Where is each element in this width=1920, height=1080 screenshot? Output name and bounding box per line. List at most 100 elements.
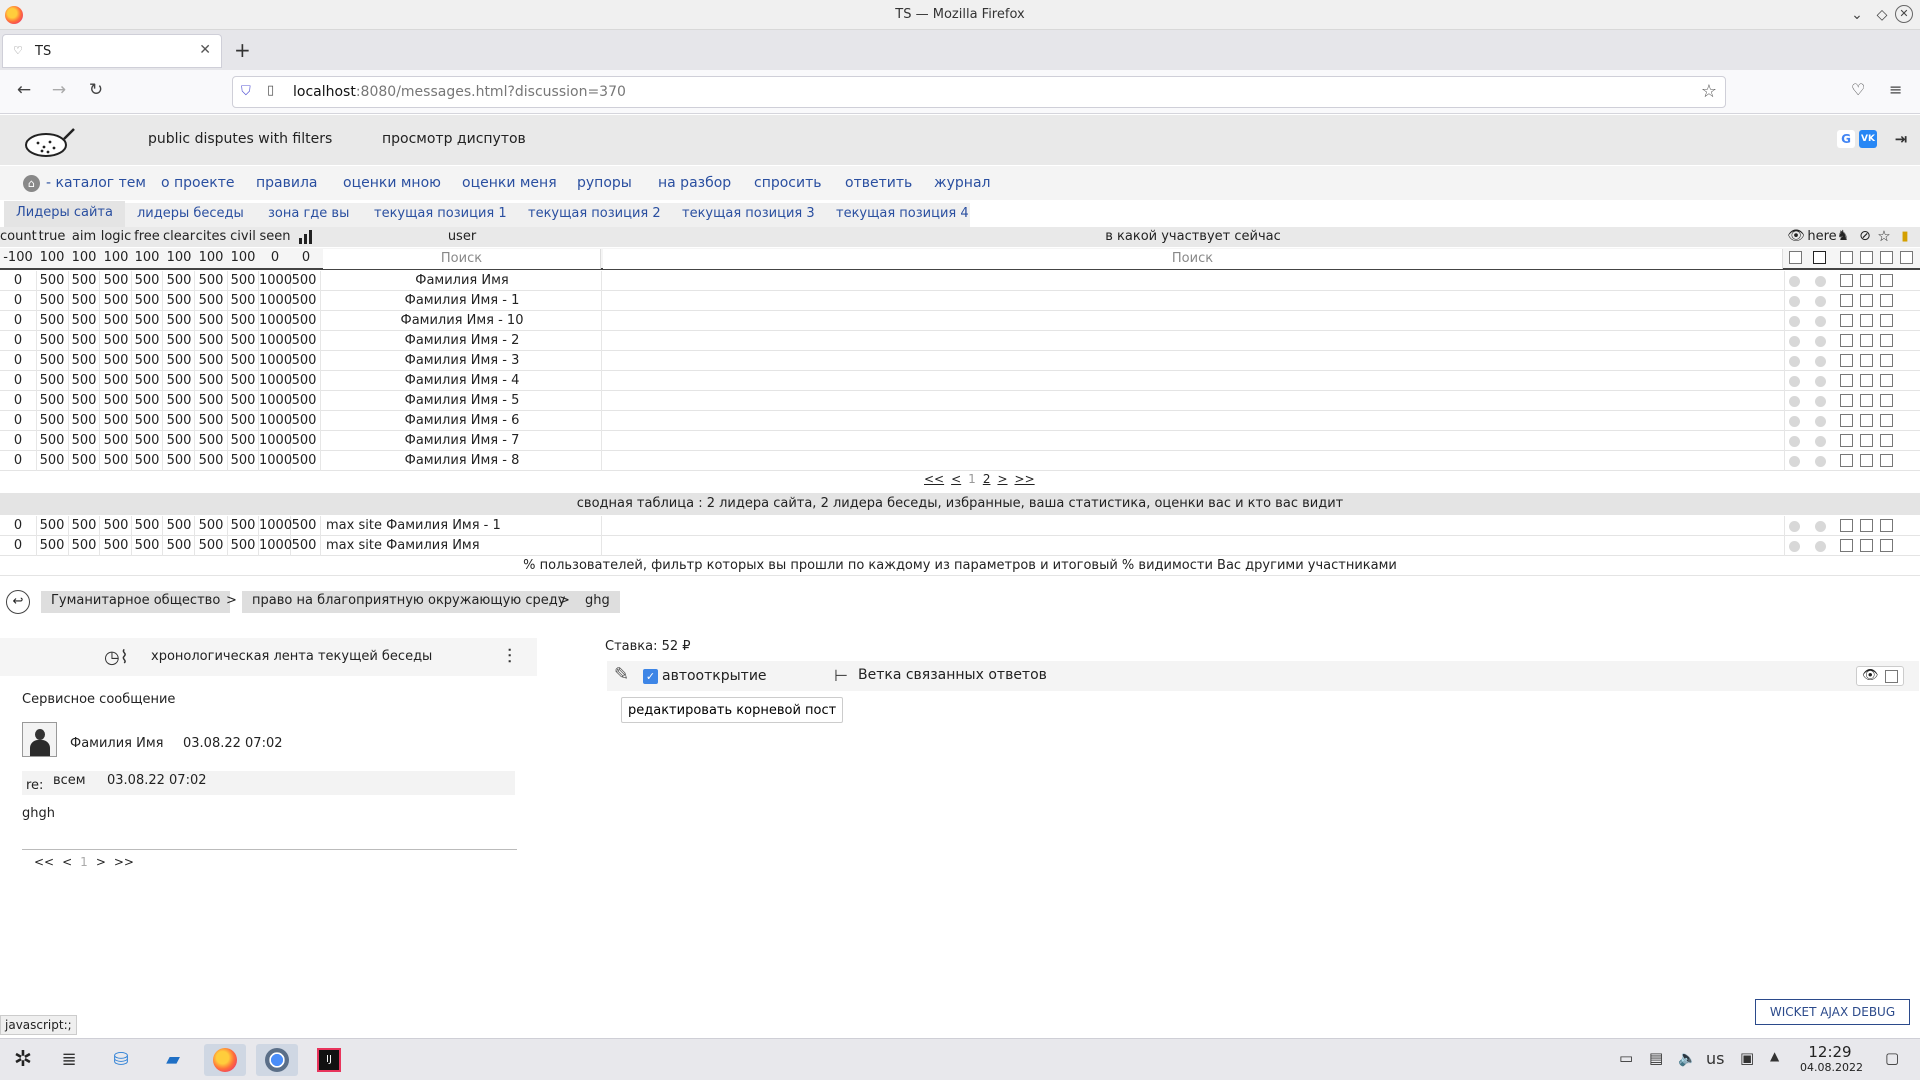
feed-pager-first[interactable]: <<	[34, 855, 54, 869]
cell-user[interactable]: Фамилия Имя - 5	[323, 393, 601, 408]
pager-first[interactable]: <<	[924, 472, 944, 486]
breadcrumb-item-topic[interactable]: ghg	[575, 591, 620, 613]
edit-root-post-button[interactable]: редактировать корневой пост	[621, 697, 844, 723]
col-header-user[interactable]: user	[323, 229, 601, 244]
keyboard-layout[interactable]: us	[1706, 1049, 1724, 1068]
cell-user[interactable]: Фамилия Имя - 2	[323, 333, 601, 348]
row-checkbox-person[interactable]	[1840, 414, 1853, 427]
row-checkbox-person[interactable]	[1840, 274, 1853, 287]
table-row[interactable]: 0 500 500 500 500 500 500 500 1000 500 Фамилия Имя…	[0, 451, 1920, 471]
google-login-icon[interactable]: G	[1837, 130, 1855, 148]
filter-free[interactable]: 100	[132, 250, 162, 265]
file-manager-icon[interactable]: ▰	[152, 1044, 194, 1076]
terminal-tray-icon[interactable]: ▭	[1619, 1049, 1633, 1067]
filter-aim[interactable]: 100	[69, 250, 99, 265]
row-checkbox-person[interactable]	[1840, 314, 1853, 327]
menu-item-about[interactable]: о проекте	[161, 175, 234, 191]
filter-checkbox-hidden[interactable]	[1860, 251, 1873, 264]
row-checkbox-person[interactable]	[1840, 539, 1853, 552]
tab-close-icon[interactable]: ✕	[199, 42, 211, 58]
filter-civil[interactable]: 100	[228, 250, 258, 265]
table-row[interactable]: 0 500 500 500 500 500 500 500 1000 500 Фамилия Имя…	[0, 311, 1920, 331]
visibility-checkbox[interactable]	[1885, 670, 1898, 683]
clipboard-tray-icon[interactable]: ▤	[1649, 1049, 1663, 1067]
row-checkbox-person[interactable]	[1840, 519, 1853, 532]
col-header-cites[interactable]: cites	[195, 229, 227, 244]
menu-item-ask[interactable]: спросить	[754, 175, 822, 191]
back-arrow-icon[interactable]: ↩	[6, 590, 30, 614]
page-info-icon[interactable]: ▯	[267, 83, 274, 98]
filter-checkbox-person[interactable]	[1840, 251, 1853, 264]
tray-expand-icon[interactable]: ▲	[1770, 1049, 1779, 1063]
browser-tab[interactable]: ♡ TS ✕	[2, 34, 222, 68]
row-checkbox-person[interactable]	[1840, 354, 1853, 367]
cell-user[interactable]: Фамилия Имя - 1	[323, 293, 601, 308]
row-checkbox-hidden[interactable]	[1860, 414, 1873, 427]
discussion-search-input[interactable]: Поиск	[603, 249, 1783, 269]
menu-item-catalog[interactable]: - каталог тем	[46, 175, 146, 191]
network-tray-icon[interactable]: ▣	[1740, 1049, 1754, 1067]
cell-user[interactable]: max site Фамилия Имя - 1	[323, 518, 601, 533]
row-checkbox-hidden[interactable]	[1860, 314, 1873, 327]
row-checkbox-hidden[interactable]	[1860, 334, 1873, 347]
user-search-input[interactable]: Поиск	[323, 249, 601, 269]
bookmark-star-icon[interactable]: ☆	[1701, 81, 1717, 102]
row-checkbox-star[interactable]	[1880, 414, 1893, 427]
row-checkbox-star[interactable]	[1880, 334, 1893, 347]
row-checkbox-star[interactable]	[1880, 394, 1893, 407]
row-checkbox-star[interactable]	[1880, 539, 1893, 552]
row-checkbox-hidden[interactable]	[1860, 454, 1873, 467]
table-row[interactable]: 0 500 500 500 500 500 500 500 1000 500 Фамилия Имя…	[0, 431, 1920, 451]
cell-user[interactable]: Фамилия Имя - 3	[323, 353, 601, 368]
filter-seen[interactable]: 0	[259, 250, 291, 265]
filter-logic[interactable]: 100	[100, 250, 132, 265]
vk-login-icon[interactable]: VK	[1859, 130, 1877, 148]
menu-item-my-ratings[interactable]: оценки мною	[343, 175, 441, 191]
tab-position-2[interactable]: текущая позиция 2	[528, 206, 661, 221]
menu-item-ratings-of-me[interactable]: оценки меня	[462, 175, 557, 191]
avatar[interactable]	[22, 722, 57, 757]
cell-user[interactable]: Фамилия Имя - 4	[323, 373, 601, 388]
row-checkbox-hidden[interactable]	[1860, 434, 1873, 447]
forward-icon[interactable]: →	[47, 80, 71, 100]
pager-prev[interactable]: <	[951, 472, 961, 486]
menu-item-megaphones[interactable]: рупоры	[577, 175, 632, 191]
filter-true[interactable]: 100	[37, 250, 67, 265]
col-header-logic[interactable]: logic	[100, 229, 132, 244]
hamburger-menu-icon[interactable]: ≡	[1889, 80, 1902, 99]
menu-item-rules[interactable]: правила	[256, 175, 318, 191]
tab-your-zone[interactable]: зона где вы	[268, 206, 349, 221]
row-checkbox-star[interactable]	[1880, 294, 1893, 307]
table-row[interactable]: 0 500 500 500 500 500 500 500 1000 500 Фамилия Имя…	[0, 371, 1920, 391]
row-checkbox-person[interactable]	[1840, 294, 1853, 307]
tab-site-leaders[interactable]: Лидеры сайта	[4, 201, 125, 227]
cell-user[interactable]: Фамилия Имя - 6	[323, 413, 601, 428]
cell-user[interactable]: Фамилия Имя	[323, 273, 601, 288]
row-checkbox-star[interactable]	[1880, 354, 1893, 367]
show-desktop-icon[interactable]: ▢	[1885, 1049, 1899, 1067]
autoopen-checkbox[interactable]: ✓	[643, 669, 658, 684]
pager-last[interactable]: >>	[1015, 472, 1035, 486]
reload-icon[interactable]: ↻	[84, 80, 108, 100]
row-checkbox-star[interactable]	[1880, 434, 1893, 447]
filter-checkbox-leader[interactable]	[1900, 251, 1913, 264]
cell-user[interactable]: Фамилия Имя - 10	[323, 313, 601, 328]
author-name[interactable]: Фамилия Имя	[70, 736, 163, 751]
table-row[interactable]: 0 500 500 500 500 500 500 500 1000 500 Фамилия Имя…	[0, 411, 1920, 431]
new-tab-icon[interactable]: +	[234, 38, 251, 62]
maximize-icon[interactable]: ◇	[1872, 5, 1892, 25]
close-window-icon[interactable]: ✕	[1895, 5, 1913, 23]
filter-checkbox-star[interactable]	[1880, 251, 1893, 264]
menu-item-answer[interactable]: ответить	[845, 175, 912, 191]
home-icon[interactable]: ⌂	[23, 175, 40, 192]
col-header-clear[interactable]: clear	[163, 229, 195, 244]
filter-count[interactable]: -100	[0, 250, 36, 265]
login-icon[interactable]: ⇥	[1892, 130, 1910, 148]
pocket-icon[interactable]: ♡	[1851, 80, 1865, 99]
pencil-icon[interactable]: ✎	[614, 664, 629, 685]
row-checkbox-star[interactable]	[1880, 274, 1893, 287]
minimize-icon[interactable]: ⌄	[1847, 5, 1867, 25]
row-checkbox-person[interactable]	[1840, 334, 1853, 347]
table-row[interactable]: 0 500 500 500 500 500 500 500 1000 500 Фамилия Имя…	[0, 351, 1920, 371]
header-link-view-disputes[interactable]: просмотр диспутов	[382, 131, 526, 147]
